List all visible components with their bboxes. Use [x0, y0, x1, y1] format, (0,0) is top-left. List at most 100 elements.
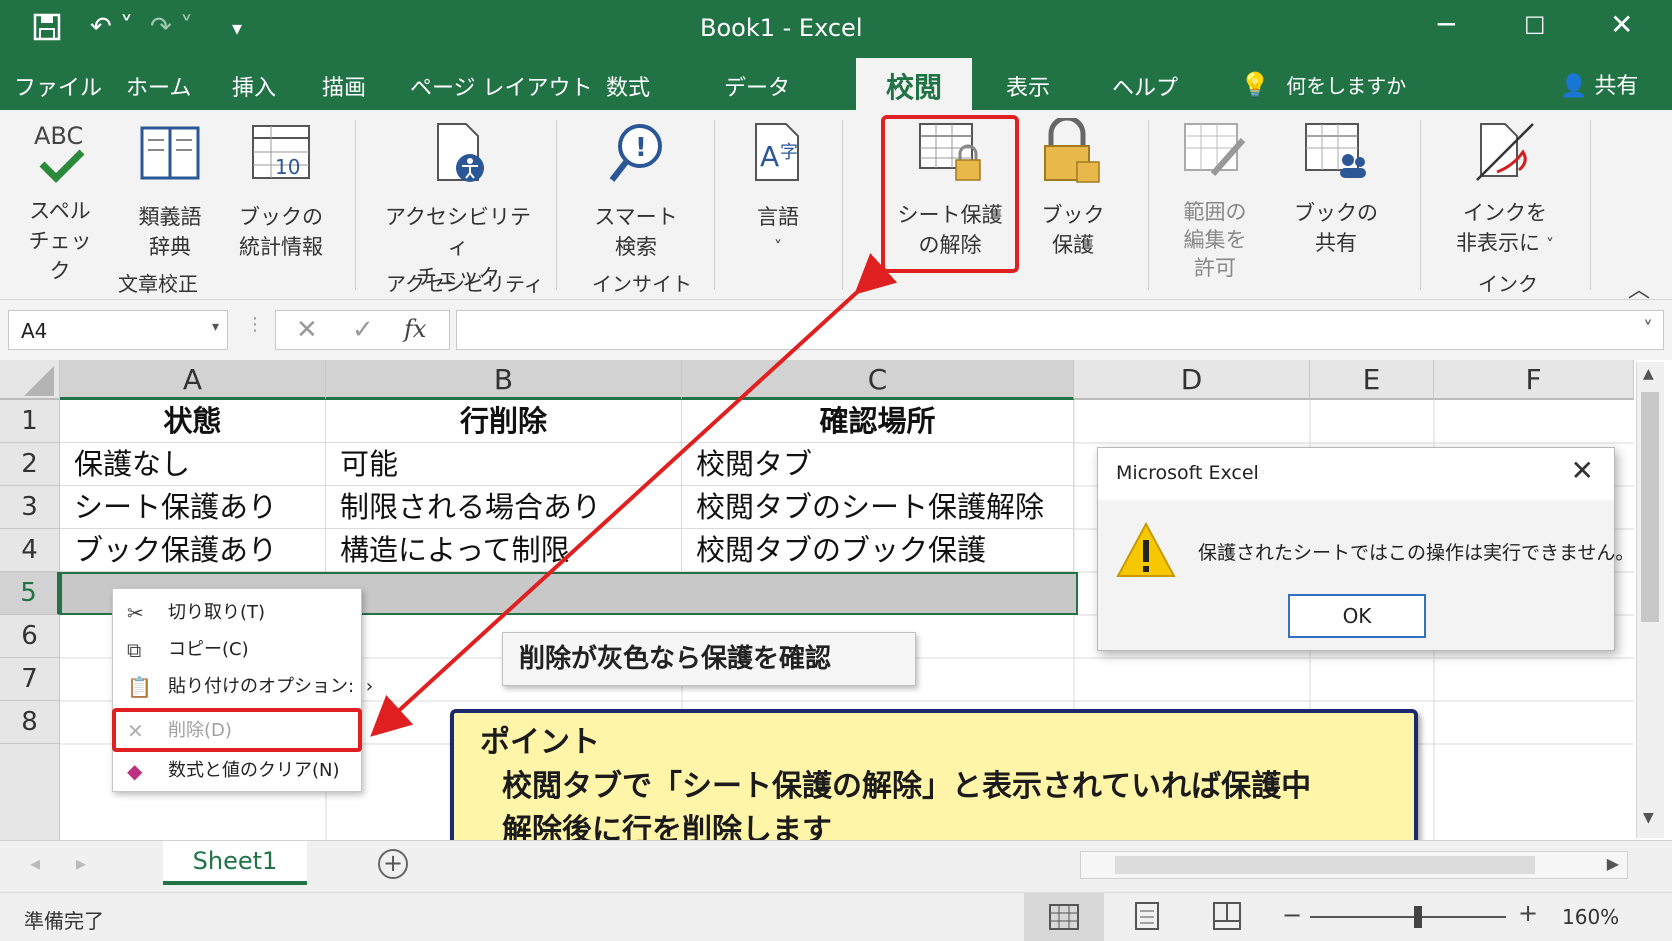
- grid-view-icon: [1049, 904, 1079, 930]
- language-button[interactable]: A字 言語 ˅: [738, 118, 818, 262]
- ok-button[interactable]: OK: [1288, 594, 1426, 638]
- row-header-1[interactable]: 1: [0, 400, 60, 443]
- ribbon-tabs: ファイル ホーム 挿入 描画 ページ レイアウト 数式 データ 校閲 表示 ヘル…: [0, 58, 1672, 110]
- menu-item-cut[interactable]: ✂ 切り取り(T): [113, 595, 363, 631]
- undo-icon[interactable]: ↶ ˅: [90, 12, 133, 42]
- maximize-icon[interactable]: ☐: [1524, 12, 1546, 40]
- close-icon[interactable]: ✕: [1610, 8, 1633, 41]
- zoom-out-icon[interactable]: −: [1282, 901, 1302, 929]
- h-scroll-thumb[interactable]: [1115, 856, 1535, 874]
- customize-qat-icon[interactable]: ▾: [232, 16, 242, 40]
- menu-item-paste-options[interactable]: 📋 貼り付けのオプション: ›: [113, 669, 373, 705]
- svg-text:A: A: [760, 140, 779, 173]
- insert-function-icon[interactable]: fx: [404, 315, 426, 343]
- accessibility-icon: [378, 118, 538, 196]
- book-icon: [128, 118, 212, 196]
- tab-draw[interactable]: 描画: [322, 70, 366, 102]
- scroll-up-icon[interactable]: ▲: [1643, 366, 1654, 382]
- zoom-slider-thumb[interactable]: [1414, 906, 1422, 928]
- more-options-icon: ⋮: [246, 314, 264, 335]
- svg-text:字: 字: [780, 142, 798, 163]
- column-header-f[interactable]: F: [1434, 360, 1634, 400]
- smart-lookup-button[interactable]: ! スマート 検索: [586, 118, 686, 262]
- row-header-6[interactable]: 6: [0, 615, 60, 658]
- scroll-thumb[interactable]: [1641, 392, 1659, 622]
- thesaurus-button[interactable]: 類義語 辞典: [128, 118, 212, 262]
- workbook-statistics-button[interactable]: 10 ブックの 統計情報: [226, 118, 336, 262]
- svg-text:ABC: ABC: [34, 122, 83, 150]
- column-header-a[interactable]: A: [60, 360, 326, 400]
- share-button[interactable]: 👤 共有: [1560, 68, 1638, 100]
- zoom-slider[interactable]: [1310, 906, 1506, 928]
- tell-me-search[interactable]: 💡 何をしますか: [1240, 70, 1406, 99]
- dialog-message: 保護されたシートではこの操作は実行できません。: [1198, 542, 1635, 564]
- normal-view-button[interactable]: [1024, 893, 1104, 941]
- formula-buttons: ✕ ✓ fx: [275, 310, 450, 350]
- spell-check-icon: ABC: [30, 118, 90, 190]
- column-header-c[interactable]: C: [682, 360, 1074, 400]
- accessibility-check-button[interactable]: アクセシビリティ チェック: [378, 118, 538, 292]
- search-icon: !: [586, 118, 686, 196]
- tab-file[interactable]: ファイル: [14, 70, 102, 102]
- copy-icon: ⧉: [127, 638, 142, 662]
- column-header-d[interactable]: D: [1074, 360, 1310, 400]
- tab-review[interactable]: 校閲: [856, 58, 973, 110]
- select-all-button[interactable]: [0, 360, 60, 400]
- row-header-2[interactable]: 2: [0, 443, 60, 486]
- row-header-4[interactable]: 4: [0, 529, 60, 572]
- enter-icon: ✓: [352, 315, 374, 345]
- row-header-8[interactable]: 8: [0, 701, 60, 744]
- sheet-tab-sheet1[interactable]: Sheet1: [163, 841, 307, 885]
- expand-formula-icon[interactable]: ˅: [1643, 317, 1653, 341]
- tab-scroll-right-icon[interactable]: ▸: [76, 851, 86, 875]
- tab-data[interactable]: データ: [724, 70, 790, 102]
- warning-icon: [1116, 521, 1176, 582]
- chevron-down-icon: ˅: [1546, 235, 1554, 254]
- page-break-view-icon[interactable]: [1210, 899, 1244, 937]
- allow-edit-ranges-button: 範囲の 編集を 許可: [1176, 118, 1254, 282]
- ribbon-separator: [1590, 120, 1591, 290]
- chevron-down-icon: ˅: [774, 237, 782, 256]
- ribbon-separator: [556, 120, 557, 290]
- tab-formulas[interactable]: 数式: [606, 70, 650, 102]
- scroll-down-icon[interactable]: ▼: [1643, 810, 1654, 826]
- menu-item-clear-contents[interactable]: ◆ 数式と値のクリア(N): [113, 753, 363, 789]
- tab-home[interactable]: ホーム: [126, 70, 191, 102]
- scroll-right-icon[interactable]: ▶: [1607, 854, 1619, 873]
- save-icon[interactable]: [32, 12, 62, 49]
- share-workbook-button[interactable]: ブックの 共有: [1290, 118, 1382, 258]
- window-title: Book1 - Excel: [700, 14, 863, 42]
- formula-input[interactable]: ˅: [456, 310, 1664, 350]
- ribbon-separator: [355, 120, 356, 290]
- tab-view[interactable]: 表示: [1006, 70, 1050, 102]
- add-sheet-icon[interactable]: +: [378, 849, 408, 879]
- tab-insert[interactable]: 挿入: [232, 70, 276, 102]
- tab-page-layout[interactable]: ページ レイアウト: [410, 70, 593, 102]
- spell-check-button[interactable]: ABC スペル チェック: [20, 118, 100, 286]
- ribbon: ABC スペル チェック 類義語 辞典 10 ブックの 統計情報 文章校正 アク…: [0, 110, 1672, 303]
- column-header-e[interactable]: E: [1310, 360, 1434, 400]
- close-icon[interactable]: ✕: [1571, 454, 1594, 487]
- share-workbook-icon: [1290, 118, 1382, 192]
- minimize-icon[interactable]: ─: [1438, 8, 1455, 41]
- person-icon: 👤: [1560, 74, 1588, 99]
- horizontal-scrollbar[interactable]: ▶: [1080, 851, 1628, 879]
- zoom-in-icon[interactable]: +: [1518, 899, 1538, 927]
- hide-ink-button[interactable]: インクを 非表示に ˅: [1444, 118, 1566, 260]
- protect-workbook-button[interactable]: ブック 保護: [1036, 115, 1110, 260]
- vertical-scrollbar[interactable]: ▲ ▼: [1636, 362, 1664, 838]
- zoom-level[interactable]: 160%: [1562, 905, 1619, 929]
- page-layout-view-icon[interactable]: [1130, 899, 1164, 937]
- column-header-b[interactable]: B: [326, 360, 682, 400]
- tab-help[interactable]: ヘルプ: [1112, 70, 1178, 102]
- row-header-3[interactable]: 3: [0, 486, 60, 529]
- name-box[interactable]: A4 ▾: [8, 310, 228, 350]
- chevron-down-icon: ▾: [211, 319, 219, 335]
- menu-item-copy[interactable]: ⧉ コピー(C): [113, 632, 363, 668]
- tab-scroll-left-icon[interactable]: ◂: [30, 851, 40, 875]
- callout-gray-check: 削除が灰色なら保護を確認: [502, 632, 916, 686]
- translate-icon: A字: [738, 118, 818, 196]
- row-header-7[interactable]: 7: [0, 658, 60, 701]
- formula-bar: A4 ▾ ⋮ ✕ ✓ fx ˅: [0, 300, 1672, 360]
- row-header-5[interactable]: 5: [0, 572, 60, 615]
